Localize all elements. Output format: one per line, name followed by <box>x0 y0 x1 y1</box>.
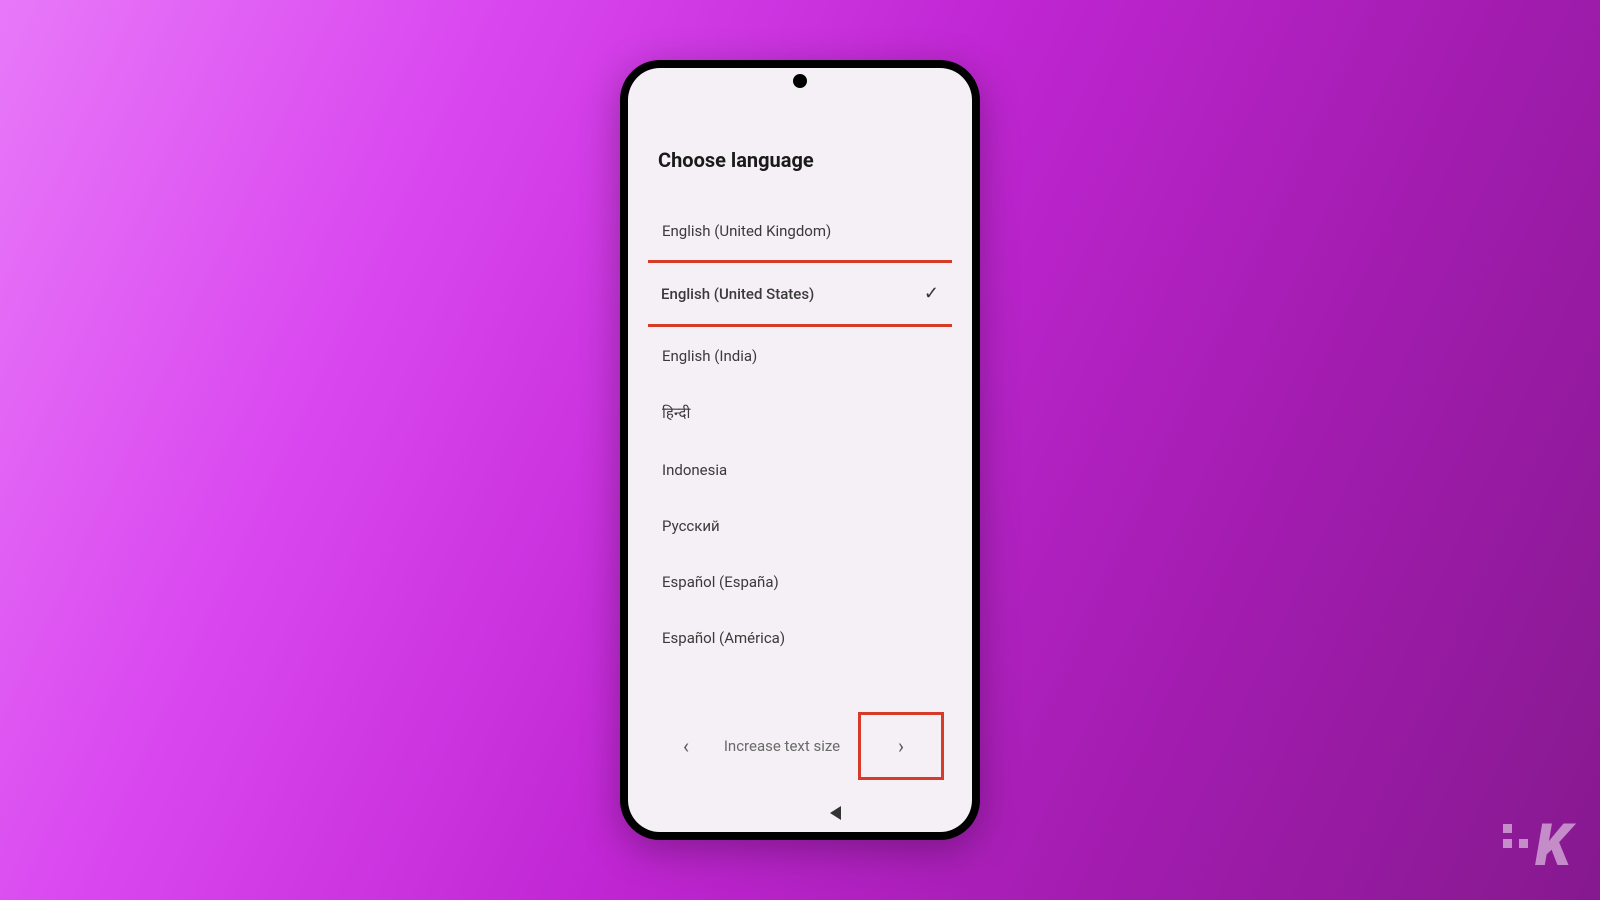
bottom-bar: ‹ Increase text size › <box>648 698 952 794</box>
language-label: Indonesia <box>662 461 727 479</box>
page-title: Choose language <box>648 148 952 172</box>
watermark-letter: K <box>1535 812 1568 880</box>
android-back-icon[interactable] <box>830 806 841 820</box>
language-item-en-gb[interactable]: English (United Kingdom) <box>648 204 952 258</box>
phone-frame: Choose language English (United Kingdom)… <box>620 60 980 840</box>
language-item-es-america[interactable]: Español (América) <box>648 611 952 665</box>
language-label: English (India) <box>662 347 757 365</box>
language-item-indonesia[interactable]: Indonesia <box>648 443 952 497</box>
language-list: English (United Kingdom) English (United… <box>648 202 952 698</box>
increase-text-size-label[interactable]: Increase text size <box>724 737 840 755</box>
language-item-es-es[interactable]: Español (España) <box>648 555 952 609</box>
language-label: हिन्दी <box>662 403 690 423</box>
checkmark-icon: ✓ <box>924 283 939 304</box>
language-item-en-in[interactable]: English (India) <box>648 329 952 383</box>
annotation-highlight-selected: English (United States) ✓ <box>648 260 952 327</box>
android-nav-bar <box>628 794 972 832</box>
phone-screen: Choose language English (United Kingdom)… <box>628 68 972 832</box>
chevron-left-icon: ‹ <box>683 734 689 758</box>
watermark-dots-icon <box>1503 824 1529 848</box>
language-label: Español (España) <box>662 573 779 591</box>
language-label: English (United States) <box>661 285 814 303</box>
language-item-hindi[interactable]: हिन्दी <box>648 385 952 441</box>
language-item-russian[interactable]: Русский <box>648 499 952 553</box>
language-label: Русский <box>662 517 720 535</box>
screen-content: Choose language English (United Kingdom)… <box>628 68 972 794</box>
annotation-highlight-next: › <box>858 712 944 780</box>
language-label: English (United Kingdom) <box>662 222 831 240</box>
next-button[interactable]: › <box>881 726 921 766</box>
language-label: Español (América) <box>662 629 785 647</box>
chevron-right-icon: › <box>898 734 904 758</box>
prev-button[interactable]: ‹ <box>666 726 706 766</box>
camera-notch <box>793 74 807 88</box>
watermark-logo: K <box>1503 812 1568 880</box>
language-item-en-us[interactable]: English (United States) ✓ <box>648 265 952 322</box>
